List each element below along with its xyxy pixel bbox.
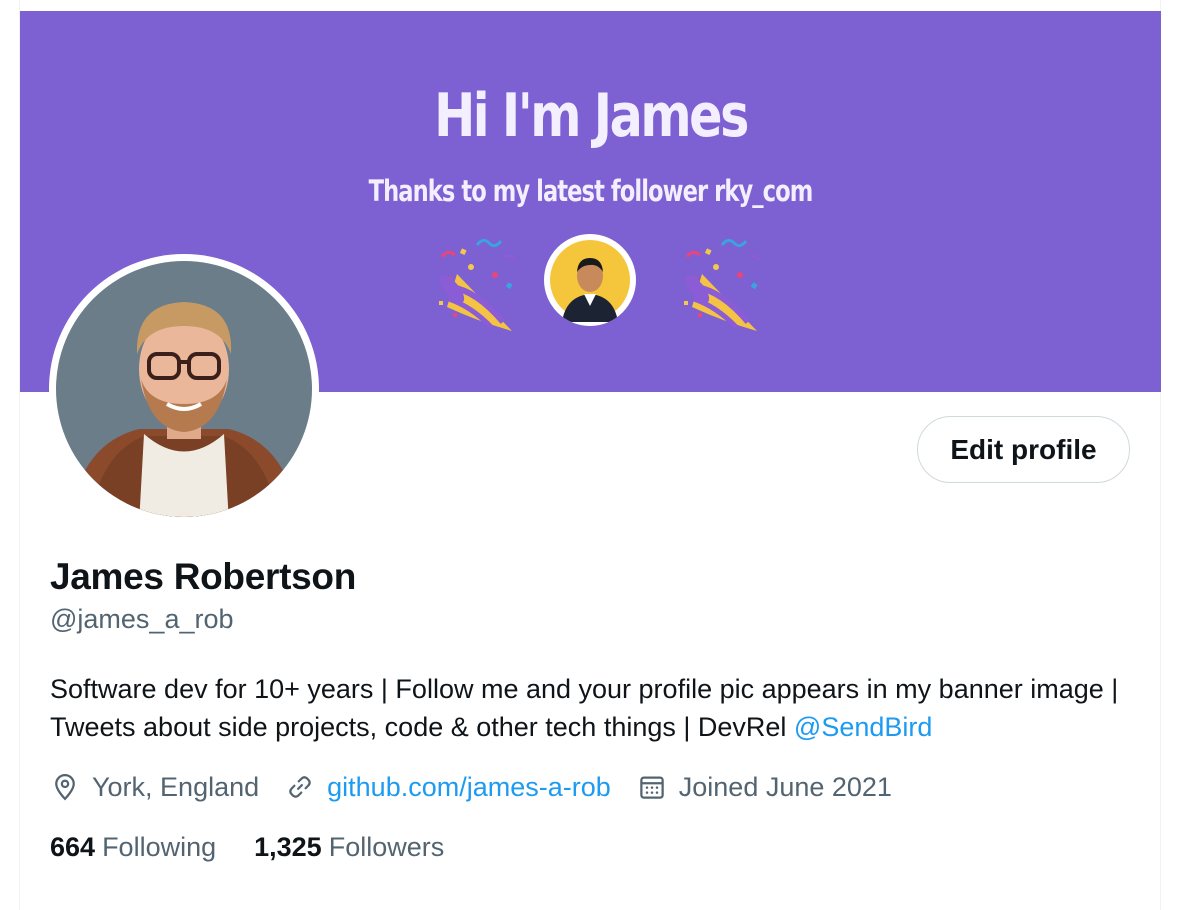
website-link[interactable]: github.com/james-a-rob bbox=[327, 772, 611, 803]
calendar-icon bbox=[640, 776, 664, 799]
party-popper-icon bbox=[439, 238, 517, 331]
profile-avatar[interactable] bbox=[49, 254, 319, 524]
display-name: James Robertson bbox=[50, 556, 356, 597]
following-label: Following bbox=[102, 831, 217, 862]
following-count: 664 bbox=[50, 831, 96, 862]
latest-follower-avatar bbox=[544, 234, 636, 326]
bio-text: Software dev for 10+ years | Follow me a… bbox=[50, 674, 1119, 742]
website-item[interactable]: github.com/james-a-rob bbox=[285, 772, 611, 803]
link-icon bbox=[289, 776, 311, 798]
profile-bio: Software dev for 10+ years | Follow me a… bbox=[50, 670, 1130, 746]
followers-label: Followers bbox=[328, 831, 445, 862]
banner-subtitle: Thanks to my latest follower rky_com bbox=[368, 174, 814, 208]
party-popper-icon bbox=[684, 238, 762, 331]
joined-item: Joined June 2021 bbox=[637, 772, 892, 803]
profile-meta: York, England github.com/james-a-rob Joi… bbox=[50, 768, 918, 806]
banner-title: Hi I'm James bbox=[434, 81, 749, 151]
followers-link[interactable]: 1,325 Followers bbox=[254, 832, 444, 863]
location-item: York, England bbox=[50, 772, 259, 803]
edit-profile-button[interactable]: Edit profile bbox=[917, 416, 1130, 483]
followers-count: 1,325 bbox=[254, 831, 322, 862]
bio-mention-link[interactable]: @SendBird bbox=[794, 712, 932, 742]
location-pin-icon bbox=[55, 773, 75, 801]
location-text: York, England bbox=[92, 771, 260, 802]
following-link[interactable]: 664 Following bbox=[50, 832, 216, 863]
user-handle: @james_a_rob bbox=[50, 604, 234, 634]
follow-stats: 664 Following 1,325 Followers bbox=[50, 829, 482, 865]
joined-text: Joined June 2021 bbox=[678, 771, 892, 802]
